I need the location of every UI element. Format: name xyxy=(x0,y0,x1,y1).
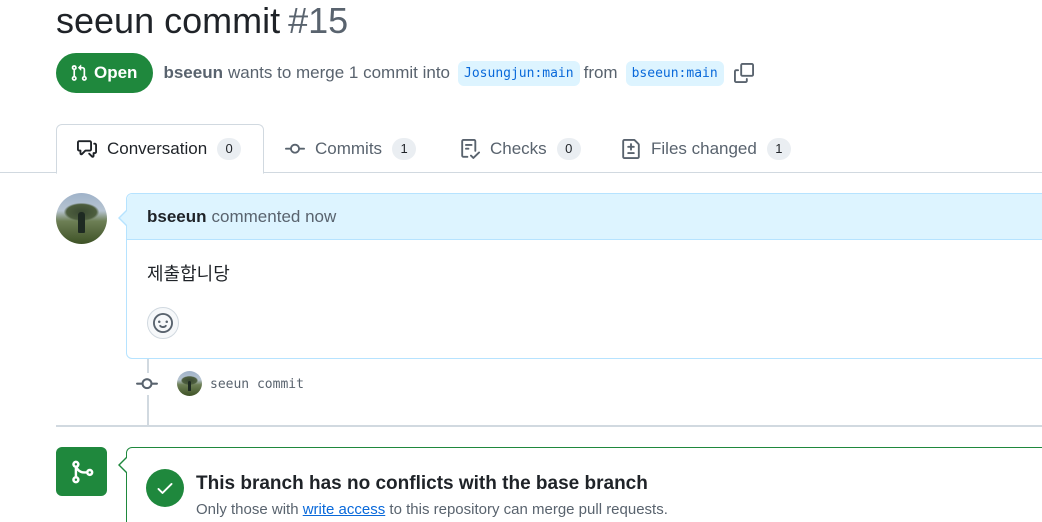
comment-box: bseeun commented now 제출합니당 xyxy=(118,193,1042,359)
merge-status-icon-box xyxy=(56,447,107,496)
tab-files-changed-count: 1 xyxy=(766,137,791,160)
avatar[interactable] xyxy=(56,193,107,244)
comment-author-link[interactable]: bseeun xyxy=(147,207,207,227)
tab-conversation-label: Conversation xyxy=(107,139,208,158)
tab-commits-label: Commits xyxy=(315,138,383,158)
comment-header: bseeun commented now xyxy=(127,194,1042,240)
pr-author-link[interactable]: bseeun xyxy=(163,63,223,83)
tab-conversation[interactable]: Conversation 0 xyxy=(56,124,264,174)
tab-checks[interactable]: Checks 0 xyxy=(460,124,581,173)
pr-merge-text: wants to merge 1 commit into xyxy=(227,63,451,82)
merge-status-box: This branch has no conflicts with the ba… xyxy=(118,447,1042,522)
write-access-link[interactable]: write access xyxy=(303,501,386,518)
merge-sub-after: to this repository can merge pull reques… xyxy=(389,501,668,518)
timeline-commit-item xyxy=(136,370,158,398)
status-badge-label: Open xyxy=(94,63,138,82)
pr-from-text: from xyxy=(583,63,618,82)
git-commit-icon xyxy=(136,373,158,395)
commit-author-avatar[interactable] xyxy=(177,371,202,396)
tab-checks-count: 0 xyxy=(556,137,581,160)
merge-status-title: This branch has no conflicts with the ba… xyxy=(196,473,648,494)
add-reaction-button[interactable] xyxy=(147,307,179,339)
base-branch-label[interactable]: Josungjun:main xyxy=(458,60,580,86)
status-badge: Open xyxy=(56,53,154,93)
git-commit-icon xyxy=(285,143,305,154)
copy-branch-button[interactable] xyxy=(733,63,754,83)
tab-conversation-count: 0 xyxy=(217,138,242,160)
comment-body: 제출합니당 xyxy=(147,264,230,285)
comment-discussion-icon xyxy=(77,140,97,158)
pr-tabs: Conversation 0 Commits 1 Checks 0 Files … xyxy=(0,124,1042,174)
checklist-icon xyxy=(461,138,480,159)
head-branch-label[interactable]: bseeun:main xyxy=(625,60,724,86)
tab-files-changed[interactable]: Files changed 1 xyxy=(621,124,791,173)
pr-meta: bseeun wants to merge 1 commit into Josu… xyxy=(163,60,754,86)
tab-commits-count: 1 xyxy=(392,137,417,160)
check-icon xyxy=(157,483,173,494)
commit-message-link[interactable]: seeun commit xyxy=(210,377,304,392)
pr-title-text: seeun commit xyxy=(56,0,281,41)
file-diff-icon xyxy=(622,138,640,159)
merge-status-subtitle: Only those with write access to this rep… xyxy=(196,501,668,518)
copy-icon xyxy=(733,63,754,83)
smiley-icon xyxy=(153,313,173,333)
git-pull-request-icon xyxy=(71,64,87,81)
merge-sub-before: Only those with xyxy=(196,501,299,518)
tab-files-changed-label: Files changed xyxy=(651,138,757,158)
check-circle-icon xyxy=(146,469,184,507)
git-merge-icon xyxy=(71,460,93,483)
pr-state-row: Open bseeun wants to merge 1 commit into… xyxy=(56,53,754,93)
tab-commits[interactable]: Commits 1 xyxy=(285,124,417,173)
tab-checks-label: Checks xyxy=(490,138,547,158)
comment-timestamp: commented now xyxy=(211,206,337,226)
pr-title: seeun commit #15 xyxy=(56,0,348,42)
timeline-divider xyxy=(56,425,1042,427)
pr-number: #15 xyxy=(288,0,349,41)
